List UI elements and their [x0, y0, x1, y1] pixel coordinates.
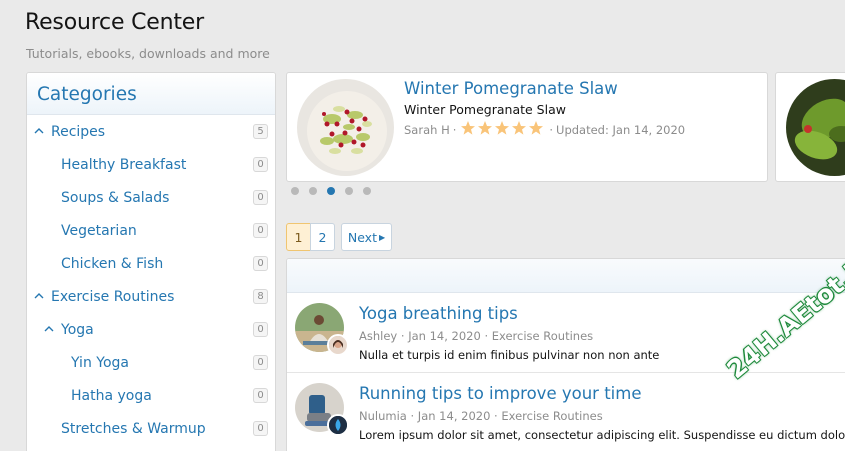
sidebar-category-item[interactable]: Recipes 5 [27, 115, 275, 148]
resource-author[interactable]: Ashley [359, 329, 397, 343]
category-count-badge: 0 [253, 421, 268, 436]
resource-list-header [287, 259, 845, 293]
sidebar-category-item[interactable]: Soups & Salads 0 [27, 181, 275, 214]
category-count-badge: 0 [253, 223, 268, 238]
caret-right-icon: ▶ [378, 232, 386, 242]
featured-tagline: Winter Pomegranate Slaw [404, 102, 566, 117]
resource-title[interactable]: Running tips to improve your time [359, 384, 641, 403]
sidebar-category-label: Yoga [61, 321, 94, 338]
category-count-badge: 0 [253, 355, 268, 370]
author-avatar[interactable] [327, 334, 349, 356]
resource-title[interactable]: Yoga breathing tips [359, 304, 518, 323]
meta-separator: · [549, 122, 554, 137]
sidebar-category-item[interactable]: Yin Yoga 0 [27, 346, 275, 379]
resource-description: Nulla et turpis id enim finibus pulvinar… [359, 348, 660, 362]
sidebar-category-label: Soups & Salads [61, 189, 170, 206]
resource-date: Jan 14, 2020 [417, 409, 491, 423]
star-icon [494, 120, 511, 139]
featured-meta: Sarah H · · Updated: Jan 14, 2020 [404, 120, 685, 139]
sidebar-category-label: Vegetarian [61, 222, 137, 239]
list-item: Running tips to improve your time Nulumi… [287, 373, 845, 451]
page-title: Resource Center [25, 10, 204, 35]
category-count-badge: 0 [253, 388, 268, 403]
carousel-dot[interactable] [327, 187, 335, 195]
category-count-badge: 8 [253, 289, 268, 304]
category-count-badge: 5 [253, 124, 268, 139]
next-slide[interactable] [775, 72, 845, 182]
star-icon [477, 120, 494, 139]
sidebar-category-item[interactable]: Chicken & Fish 0 [27, 247, 275, 280]
star-icon [460, 120, 477, 139]
meta-separator: · [494, 409, 498, 423]
categories-header: Categories [27, 73, 275, 115]
category-list: Recipes 5 Healthy Breakfast 0 Soups & Salads… [27, 115, 275, 445]
star-icon [511, 120, 528, 139]
page-subtitle: Tutorials, ebooks, downloads and more [26, 46, 270, 61]
categories-sidebar: Categories Recipes 5 Healthy Breakfast 0 Sou… [26, 72, 276, 451]
featured-slide[interactable]: Winter Pomegranate Slaw Winter Pomegrana… [286, 72, 768, 182]
resource-category[interactable]: Exercise Routines [501, 409, 602, 423]
featured-thumbnail[interactable] [297, 79, 394, 176]
sidebar-category-item[interactable]: Vegetarian 0 [27, 214, 275, 247]
meta-separator: · [484, 329, 489, 343]
sidebar-category-label: Chicken & Fish [61, 255, 164, 272]
featured-title[interactable]: Winter Pomegranate Slaw [404, 79, 618, 98]
sidebar-category-label: Yin Yoga [71, 354, 129, 371]
sidebar-category-item[interactable]: Exercise Routines 8 [27, 280, 275, 313]
resource-meta: Ashley · Jan 14, 2020 · Exercise Routine… [359, 329, 593, 343]
meta-separator: · [400, 329, 405, 343]
chevron-up-icon[interactable] [33, 290, 45, 302]
rating-stars [460, 120, 545, 139]
sidebar-category-item[interactable]: Hatha yoga 0 [27, 379, 275, 412]
sidebar-category-label: Stretches & Warmup [61, 420, 206, 437]
category-count-badge: 0 [253, 256, 268, 271]
author-avatar[interactable] [327, 414, 349, 436]
sidebar-category-label: Exercise Routines [51, 288, 175, 305]
category-count-badge: 0 [253, 322, 268, 337]
next-slide-thumbnail[interactable] [786, 79, 845, 176]
category-count-badge: 0 [253, 157, 268, 172]
carousel-dot[interactable] [345, 187, 353, 195]
page-2-button[interactable]: 2 [310, 223, 335, 251]
featured-author[interactable]: Sarah H [404, 123, 450, 137]
star-icon [528, 120, 545, 139]
carousel-dot[interactable] [291, 187, 299, 195]
resource-author[interactable]: Nulumia [359, 409, 407, 423]
pagination: 1 2 Next ▶ [286, 223, 392, 251]
chevron-up-icon[interactable] [33, 125, 45, 137]
sidebar-category-label: Recipes [51, 123, 106, 140]
resource-meta: Nulumia · Jan 14, 2020 · Exercise Routin… [359, 409, 603, 423]
resource-category[interactable]: Exercise Routines [492, 329, 593, 343]
category-count-badge: 0 [253, 190, 268, 205]
sidebar-category-label: Hatha yoga [71, 387, 152, 404]
featured-updated: Updated: Jan 14, 2020 [556, 122, 686, 137]
meta-separator: · [452, 122, 457, 137]
next-page-button[interactable]: Next ▶ [341, 223, 392, 251]
sidebar-category-item[interactable]: Stretches & Warmup 0 [27, 412, 275, 445]
resource-date: Jan 14, 2020 [408, 329, 481, 343]
carousel-dot[interactable] [363, 187, 371, 195]
categories-title[interactable]: Categories [37, 84, 137, 105]
resource-description: Lorem ipsum dolor sit amet, consectetur … [359, 428, 845, 442]
carousel-dot[interactable] [309, 187, 317, 195]
carousel-dots [291, 187, 371, 195]
sidebar-category-item[interactable]: Healthy Breakfast 0 [27, 148, 275, 181]
next-page-label: Next [347, 229, 377, 245]
meta-separator: · [410, 409, 415, 423]
sidebar-category-label: Healthy Breakfast [61, 156, 187, 173]
sidebar-category-item[interactable]: Yoga 0 [27, 313, 275, 346]
page-1-button[interactable]: 1 [286, 223, 311, 251]
chevron-up-icon[interactable] [43, 323, 55, 335]
